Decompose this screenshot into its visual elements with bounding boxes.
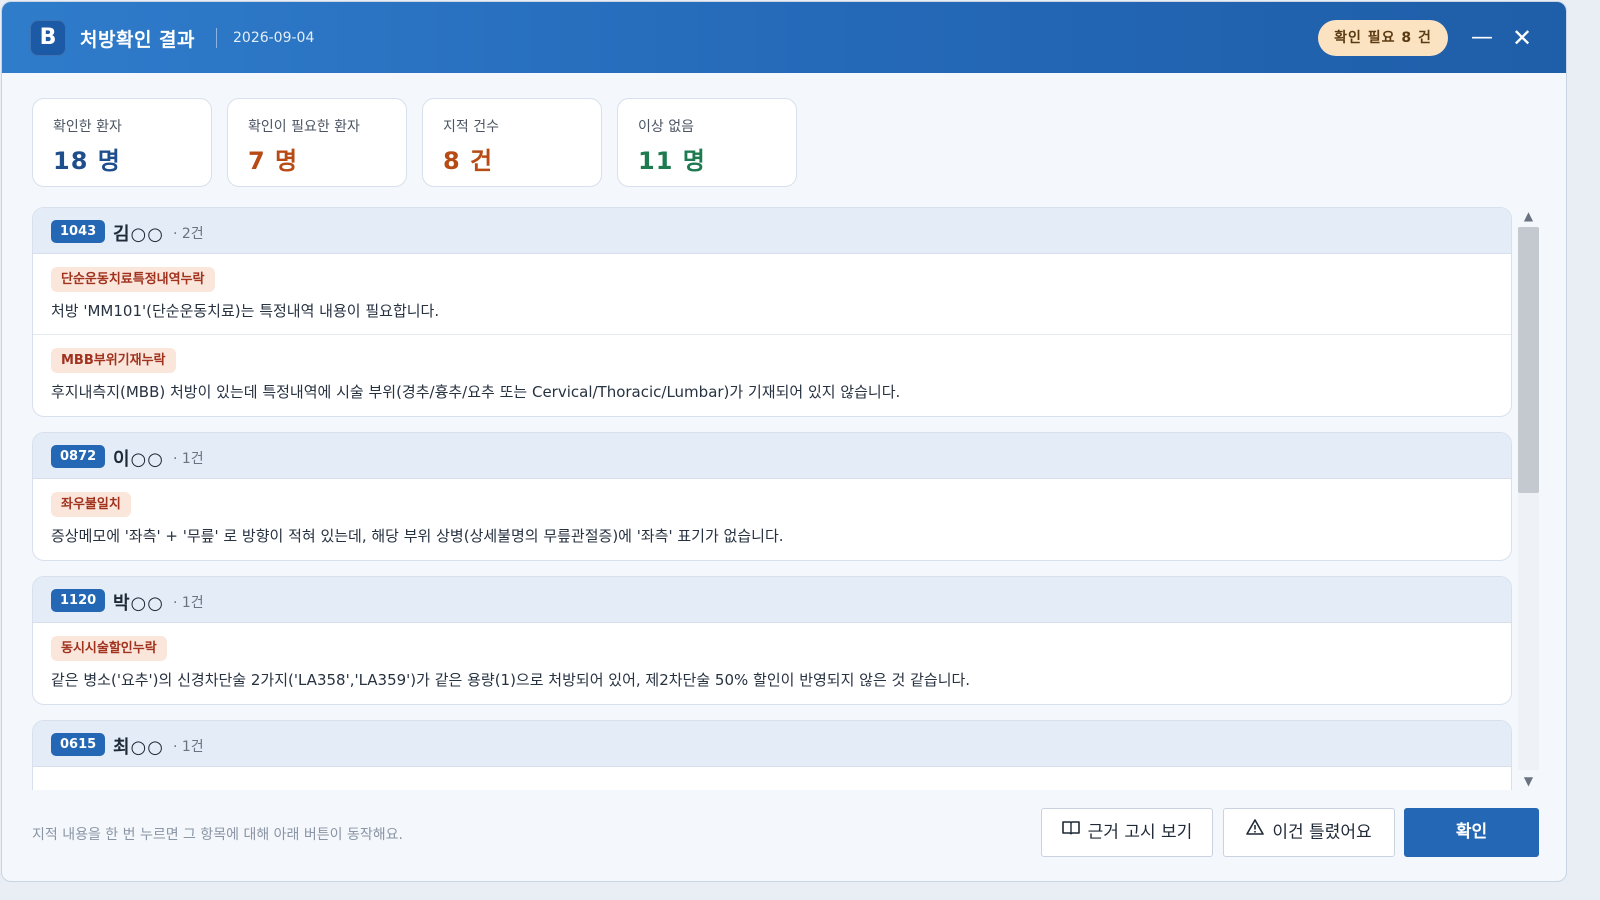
window-title: 처방확인 결과 [80,29,195,51]
finding-description: 같은 병소('요추')의 신경차단술 2가지('LA358','LA359')가… [51,671,971,689]
report-wrong-button[interactable]: 이건 틀렸어요 [1223,808,1395,857]
close-button[interactable]: ✕ [1508,24,1536,52]
finding-item[interactable]: 좌우불일치 증상메모에 '좌측' + '무릎' 로 방향이 적혀 있는데, 해당… [33,479,1511,560]
patient-header: 0872 이○○ · 1건 [33,433,1511,479]
result-window: B 처방확인 결과 2026-09-04 확인 필요 8 건 — ✕ 확인한 환… [1,1,1567,882]
stat-value: 7 명 [248,147,299,175]
patient-name: 박○○ [113,593,164,614]
patient-id-badge: 1120 [51,589,106,612]
patient-card: 0872 이○○ · 1건 좌우불일치 증상메모에 '좌측' + '무릎' 로 … [32,432,1512,561]
app-logo: B [30,20,66,56]
report-wrong-label: 이건 틀렸어요 [1272,822,1372,843]
stat-checked-patients: 확인한 환자 18 명 [32,98,212,187]
finding-count: · 2건 [173,226,204,242]
finding-count: · 1건 [173,739,204,755]
result-date: 2026-09-04 [233,30,315,46]
patient-id-badge: 0615 [51,733,106,756]
stat-label: 확인이 필요한 환자 [248,119,360,135]
patient-name: 김○○ [113,224,164,245]
patient-header: 0615 최○○ · 1건 [33,721,1511,767]
patient-header: 1043 김○○ · 2건 [33,208,1511,254]
finding-item[interactable]: MBB부위기재누락 후지내측지(MBB) 처방이 있는데 특정내역에 시술 부위… [33,335,1511,416]
stat-value: 11 명 [638,147,706,175]
confirm-button[interactable]: 확인 [1404,808,1539,857]
need-check-badge: 확인 필요 8 건 [1318,20,1448,56]
finding-tag: 좌우불일치 [51,492,131,517]
stat-value: 18 명 [53,147,121,175]
finding-count: · 1건 [173,595,204,611]
book-icon [1061,807,1080,854]
patient-header: 1120 박○○ · 1건 [33,577,1511,623]
title-bar: B 처방확인 결과 2026-09-04 확인 필요 8 건 — ✕ [2,2,1566,73]
patient-card: 1043 김○○ · 2건 단순운동치료특정내역누락 처방 'MM101'(단순… [32,207,1512,417]
title-divider [216,28,217,48]
stat-need-check-patients: 확인이 필요한 환자 7 명 [227,98,407,187]
finding-count: · 1건 [173,451,204,467]
scroll-up-arrow-icon[interactable]: ▲ [1518,207,1539,225]
finding-item[interactable] [33,767,1511,790]
scroll-thumb[interactable] [1518,227,1539,493]
finding-tag: 동시시술할인누락 [51,636,167,661]
patient-card: 1120 박○○ · 1건 동시시술할인누락 같은 병소('요추')의 신경차단… [32,576,1512,705]
finding-description: 처방 'MM101'(단순운동치료)는 특정내역 내용이 필요합니다. [51,302,440,320]
patient-list[interactable]: 1043 김○○ · 2건 단순운동치료특정내역누락 처방 'MM101'(단순… [32,207,1512,790]
patient-name: 이○○ [113,449,164,470]
scroll-down-arrow-icon[interactable]: ▼ [1518,772,1539,790]
stat-label: 이상 없음 [638,119,694,135]
finding-description: 증상메모에 '좌측' + '무릎' 로 방향이 적혀 있는데, 해당 부위 상병… [51,527,784,545]
footer-hint: 지적 내용을 한 번 누르면 그 항목에 대해 아래 버튼이 동작해요. [32,827,403,843]
minimize-button[interactable]: — [1468,24,1496,52]
stat-value: 8 건 [443,147,494,175]
stat-no-issue: 이상 없음 11 명 [617,98,797,187]
view-basis-label: 근거 고시 보기 [1087,822,1193,843]
stat-label: 확인한 환자 [53,119,122,135]
patient-card: 0615 최○○ · 1건 [32,720,1512,790]
patient-id-badge: 0872 [51,445,106,468]
finding-item[interactable]: 동시시술할인누락 같은 병소('요추')의 신경차단술 2가지('LA358',… [33,623,1511,704]
patient-id-badge: 1043 [51,220,106,243]
finding-item[interactable]: 단순운동치료특정내역누락 처방 'MM101'(단순운동치료)는 특정내역 내용… [33,254,1511,335]
stat-finding-count: 지적 건수 8 건 [422,98,602,187]
finding-tag: MBB부위기재누락 [51,348,176,373]
patient-name: 최○○ [113,737,164,758]
stat-label: 지적 건수 [443,119,499,135]
list-scrollbar[interactable]: ▲ ▼ [1518,207,1539,790]
warning-icon [1246,807,1265,854]
finding-description: 후지내측지(MBB) 처방이 있는데 특정내역에 시술 부위(경추/흉추/요추 … [51,383,901,401]
view-basis-button[interactable]: 근거 고시 보기 [1041,808,1213,857]
finding-tag: 단순운동치료특정내역누락 [51,267,215,292]
